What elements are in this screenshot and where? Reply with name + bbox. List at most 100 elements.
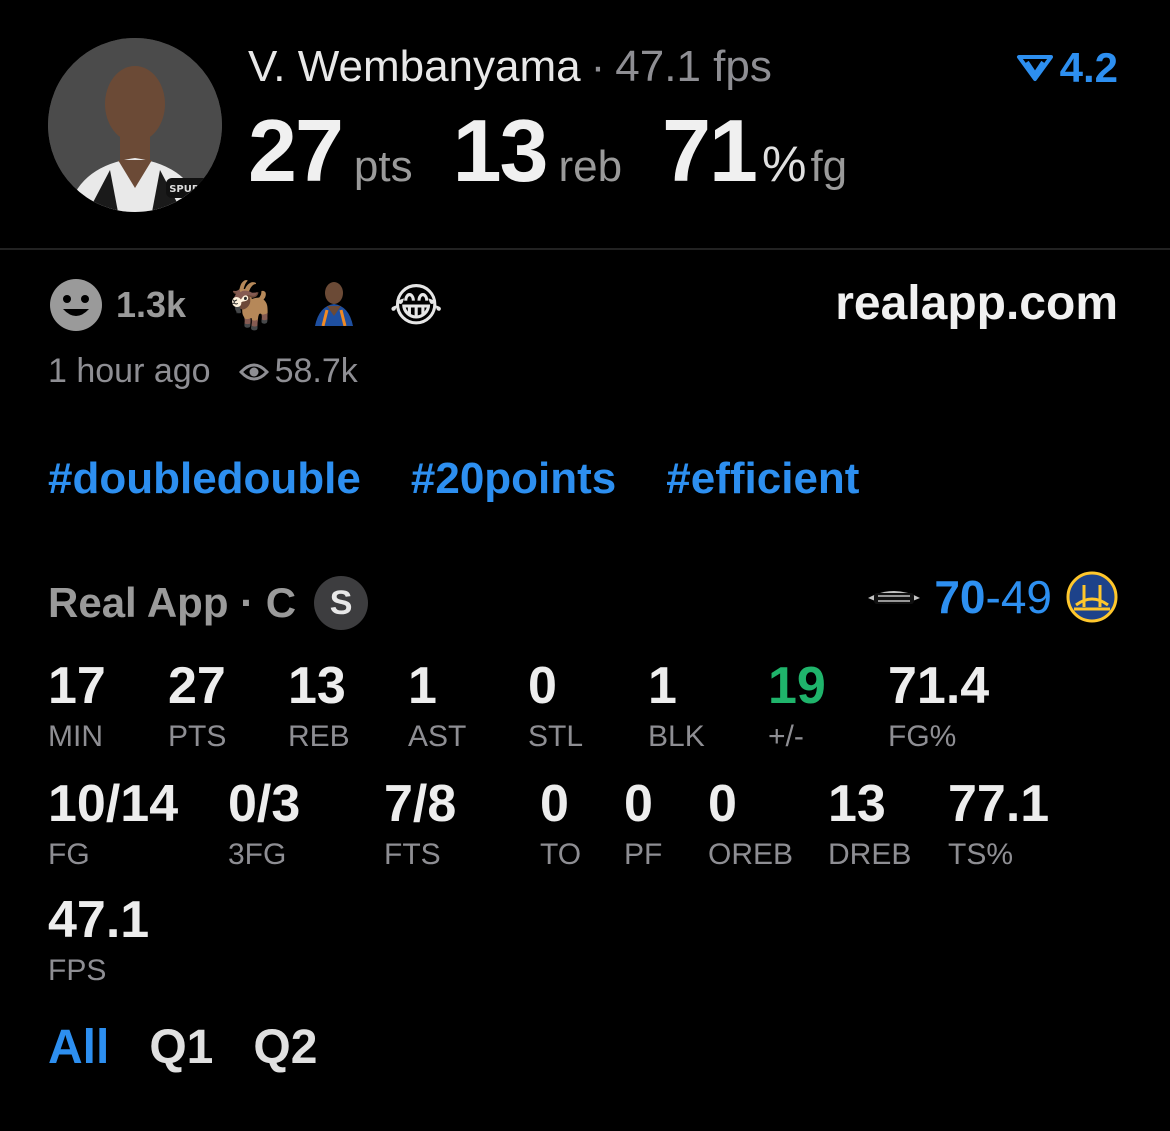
stat-value: 0/3 [228, 775, 301, 833]
hashtag-20points[interactable]: #20points [411, 454, 616, 504]
rating-value: 4.2 [1059, 44, 1118, 91]
stat-label: 3FG [228, 838, 287, 871]
smiley-icon [50, 278, 102, 331]
game-score[interactable]: 70 - 49 [864, 570, 1118, 624]
stat-value: 71.4 [888, 657, 990, 715]
player-name[interactable]: V. Wembanyama [248, 42, 581, 91]
hashtag-doubledouble[interactable]: #doubledouble [48, 454, 361, 504]
stat-label: TS% [948, 838, 1014, 871]
headline-fg-unit: fg [810, 142, 848, 191]
hashtags: #doubledouble #20points #efficient [48, 454, 909, 504]
stat-value: 13 [288, 657, 346, 715]
starter-badge: S [314, 576, 369, 630]
tab-q1[interactable]: Q1 [149, 1020, 213, 1075]
stat-value: 27 [168, 657, 226, 715]
reaction-count: 1.3k [116, 283, 187, 325]
rating-icon [1016, 55, 1053, 81]
time-ago: 1 hour ago [48, 352, 211, 390]
player-avatar[interactable]: SPURS [48, 38, 222, 212]
stat-label: PTS [168, 720, 227, 753]
hashtag-efficient[interactable]: #efficient [666, 454, 859, 504]
stat-pf: 0 PF [624, 778, 662, 872]
stat-min: 17 MIN [48, 660, 106, 754]
stat-label: FTS [384, 838, 441, 871]
separator: · [590, 42, 606, 91]
stat-ts-pct: 77.1 TS% [948, 778, 1049, 872]
headline-pts: 27 [248, 101, 344, 200]
post-meta: 1 hour ago 58.7k [48, 352, 358, 391]
stat-to: 0 TO [540, 778, 581, 872]
headline-fg-percent: % [761, 136, 807, 192]
score-dash: - [985, 571, 1001, 623]
source-label: Real App · C [48, 579, 297, 626]
eye-icon [238, 363, 269, 380]
stat-value: 7/8 [384, 775, 457, 833]
laughing-reaction[interactable]: 😂 [389, 282, 443, 328]
stat-label: FG [48, 838, 90, 871]
reactions-row: 1.3k 🐐 😂 [48, 276, 473, 333]
stat-ast: 1 AST [408, 660, 466, 754]
stat-value: 47.1 [48, 891, 150, 949]
stat-value: 0 [624, 775, 653, 833]
stat-label: STL [528, 720, 584, 753]
stat-oreb: 0 OREB [708, 778, 793, 872]
headline-stats: 27 pts 13 reb 71 % fg [248, 100, 847, 202]
stat-fts: 7/8 FTS [384, 778, 456, 872]
stat-label: BLK [648, 720, 705, 753]
tab-q2[interactable]: Q2 [253, 1020, 317, 1075]
stat-label: +/- [768, 720, 804, 753]
player-line: V. Wembanyama · 47.1 fps [248, 42, 772, 92]
spurs-logo-icon [868, 591, 921, 604]
player-reaction[interactable] [309, 276, 359, 333]
rating-badge[interactable]: 4.2 [1016, 44, 1118, 92]
stat-label: PF [624, 838, 663, 871]
site-link[interactable]: realapp.com [835, 276, 1118, 331]
stat-value: 0 [528, 657, 557, 715]
stat-value: 10/14 [48, 775, 179, 833]
stat-value: 17 [48, 657, 106, 715]
stat-3fg: 0/3 3FG [228, 778, 300, 872]
stat-value: 1 [648, 657, 677, 715]
away-score: 49 [1000, 571, 1052, 623]
tab-all[interactable]: All [48, 1020, 109, 1075]
stat-label: FG% [888, 720, 957, 753]
avatar-spurs-logo: SPURS [169, 184, 207, 195]
view-count: 58.7k [238, 352, 358, 391]
stat-source: Real App · C S [48, 576, 369, 630]
add-reaction-button[interactable]: 1.3k [48, 277, 222, 333]
views-value: 58.7k [274, 352, 358, 390]
stat-value: 0 [540, 775, 569, 833]
stat-fg-pct: 71.4 FG% [888, 660, 989, 754]
headline-fg: 71 [662, 101, 758, 200]
stat-value: 13 [828, 775, 886, 833]
stat-label: TO [540, 838, 582, 871]
stat-fg: 10/14 FG [48, 778, 178, 872]
stat-label: FPS [48, 954, 107, 987]
period-tabs: All Q1 Q2 [48, 1020, 357, 1075]
stat-label: MIN [48, 720, 103, 753]
stat-label: REB [288, 720, 350, 753]
divider [0, 248, 1170, 250]
headline-pts-unit: pts [353, 142, 413, 191]
stat-value: 77.1 [948, 775, 1050, 833]
player-mini-icon [315, 282, 354, 327]
stat-label: DREB [828, 838, 912, 871]
stat-value: 19 [768, 657, 826, 715]
stat-pts: 27 PTS [168, 660, 226, 754]
headline-reb: 13 [452, 101, 549, 200]
stat-value: 1 [408, 657, 437, 715]
stat-reb: 13 REB [288, 660, 350, 754]
stat-label: AST [408, 720, 467, 753]
stat-stl: 0 STL [528, 660, 583, 754]
stat-label: OREB [708, 838, 794, 871]
headline-reb-unit: reb [558, 142, 623, 191]
stat-blk: 1 BLK [648, 660, 705, 754]
player-photo: SPURS [48, 38, 222, 212]
home-score: 70 [934, 571, 986, 623]
stat-value: 0 [708, 775, 737, 833]
goat-reaction[interactable]: 🐐 [222, 282, 279, 328]
stat-plus-minus: 19 +/- [768, 660, 826, 754]
stat-fps: 47.1 FPS [48, 894, 149, 988]
stat-dreb: 13 DREB [828, 778, 911, 872]
warriors-logo-icon [1066, 571, 1118, 623]
